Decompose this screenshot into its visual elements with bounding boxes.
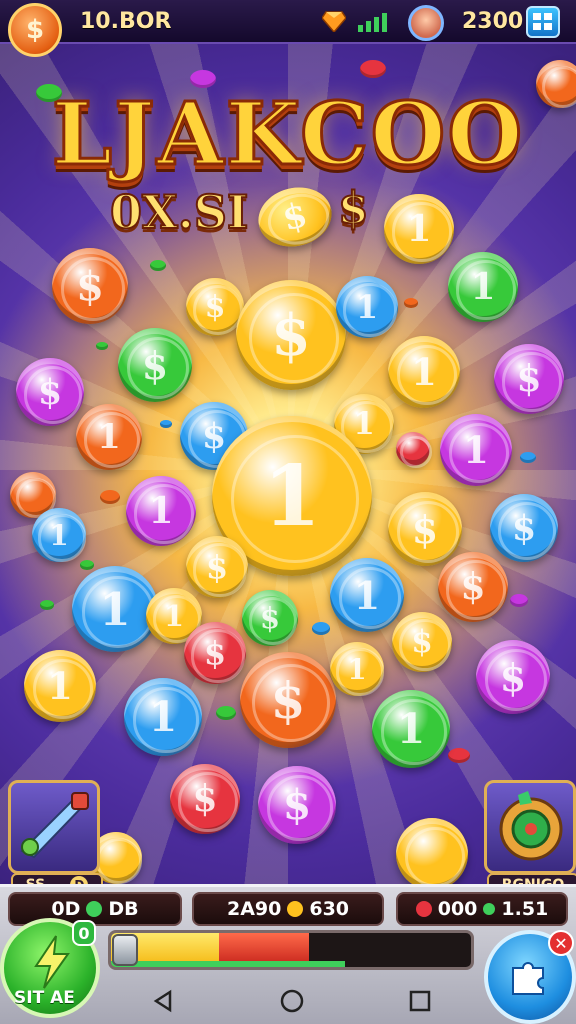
home-button[interactable] — [272, 981, 312, 1021]
gem-icon — [322, 11, 346, 32]
confetti-chip — [36, 84, 62, 103]
system-nav-bar — [100, 978, 484, 1024]
stat-middle-value: 2A90 — [226, 898, 282, 920]
title-dollar-glyph: $ — [337, 182, 370, 235]
right-item-card[interactable]: RGNIGO — [484, 780, 576, 897]
grid-menu-icon — [533, 13, 552, 30]
left-item-card[interactable]: SS D — [8, 780, 103, 897]
confetti-chip — [404, 298, 418, 308]
game-subtitle: 0X.SI — [109, 184, 249, 240]
coin: 1 — [72, 566, 158, 652]
coin: 1 — [330, 558, 404, 632]
stat-right-value: 000 — [437, 898, 478, 920]
spin-label: SIT AE — [14, 988, 75, 1008]
confetti-chip — [80, 560, 94, 570]
coin: 1 — [126, 476, 196, 546]
coin — [396, 432, 432, 468]
confetti-chip — [190, 70, 216, 89]
dollar-icon: $ — [25, 15, 45, 45]
energy-progress-bar — [108, 930, 474, 970]
coin — [396, 818, 468, 890]
coin: $ — [236, 280, 346, 390]
coin: $ — [240, 652, 336, 748]
coin: $ — [186, 278, 244, 336]
coin: 1 — [124, 678, 202, 756]
coin: $ — [490, 494, 558, 562]
confetti-chip — [312, 622, 330, 635]
coin: $ — [438, 552, 508, 622]
puzzle-icon — [512, 962, 544, 995]
coin-balance: 10.BOR — [80, 9, 172, 34]
coin: 1 — [32, 508, 86, 562]
close-icon[interactable]: ✕ — [548, 930, 574, 956]
recents-icon — [409, 990, 431, 1012]
recents-button[interactable] — [400, 981, 440, 1021]
coin-icon — [287, 901, 304, 917]
coin: $ — [16, 358, 84, 426]
red-gem-icon — [415, 901, 432, 917]
coin — [536, 60, 576, 109]
coin: $ — [494, 344, 564, 414]
coin: 1 — [448, 252, 518, 322]
progress-green-strip — [111, 961, 345, 967]
game-title: LJAKCOO — [50, 83, 525, 187]
coin: $ — [186, 536, 248, 598]
back-button[interactable] — [144, 981, 184, 1021]
game-stage: $ 10.BOR 2300 LJAKCOO 0X.SI $ $ $1 1 $ $1 $1… — [0, 0, 576, 1024]
coin: $ — [388, 492, 462, 566]
coin: $ — [170, 764, 240, 834]
confetti-chip — [510, 594, 528, 607]
coin: 1 — [76, 404, 142, 470]
confetti-chip — [216, 706, 236, 720]
stat-pill-middle: 2A90 630 — [192, 892, 384, 926]
home-icon — [280, 989, 304, 1013]
gem-balance: 2300 — [462, 9, 524, 34]
stat-left-suffix: DB — [108, 898, 139, 920]
menu-button[interactable] — [526, 6, 560, 38]
stat-left-value: 0D — [51, 898, 81, 920]
coin: $ — [476, 640, 550, 714]
coin: 1 — [372, 690, 450, 768]
coin: 1 — [24, 650, 96, 722]
coin: $ — [52, 248, 128, 324]
coin: $ — [118, 328, 192, 402]
coin: 1 — [330, 642, 384, 696]
stat-right-suffix: 1.51 — [501, 898, 549, 920]
coin: $ — [392, 612, 452, 672]
stat-pill-right: 000 1.51 — [396, 892, 568, 926]
coin: 1 — [336, 276, 398, 338]
progress-handle[interactable] — [112, 934, 138, 966]
coin: 1 — [388, 336, 460, 408]
stat-middle-suffix: 630 — [309, 898, 350, 920]
profile-coin-button[interactable]: $ — [8, 3, 62, 57]
confetti-chip — [40, 600, 54, 610]
wheel-icon — [499, 791, 563, 861]
coin: $ — [258, 766, 336, 844]
coin: 1 — [384, 194, 454, 264]
spin-count-badge: 0 — [72, 920, 96, 946]
signal-icon — [358, 13, 387, 32]
player-avatar[interactable] — [408, 5, 444, 41]
coin: 1 — [440, 414, 512, 486]
green-gem-icon — [86, 901, 103, 917]
coin: $ — [184, 622, 246, 684]
confetti-chip — [100, 490, 120, 504]
confetti-chip — [360, 60, 386, 79]
green-dot-icon — [483, 903, 496, 915]
coin: $ — [242, 590, 298, 646]
back-icon — [153, 989, 172, 1013]
sword-icon — [20, 792, 89, 859]
